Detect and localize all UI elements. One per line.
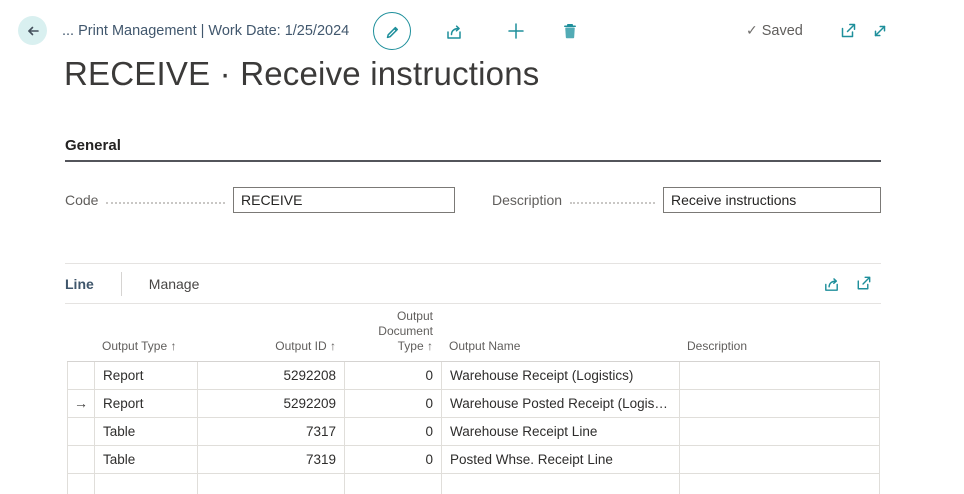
table-row xyxy=(67,474,880,494)
cell-output-id[interactable] xyxy=(197,474,344,494)
column-header-doc-type[interactable]: Output Document Type ↑ xyxy=(344,309,441,354)
column-header-output-type[interactable]: Output Type ↑ xyxy=(94,339,197,354)
cell-output-type[interactable]: Report xyxy=(94,362,197,390)
description-field-group: Description xyxy=(492,186,881,213)
table-row: Table73190Posted Whse. Receipt Line xyxy=(67,446,880,474)
current-row-arrow-icon: → xyxy=(74,395,88,411)
cell-output-name[interactable]: Warehouse Receipt (Logistics) xyxy=(441,362,679,390)
cell-doc-type[interactable]: 0 xyxy=(344,362,441,390)
cell-description[interactable] xyxy=(679,418,880,446)
page-title: RECEIVE · Receive instructions xyxy=(64,55,540,93)
table-row: → Report52922090Warehouse Posted Receipt … xyxy=(67,390,880,418)
cell-output-name[interactable]: Posted Whse. Receipt Line xyxy=(441,446,679,474)
open-in-new-window-button[interactable] xyxy=(838,21,858,41)
general-section-heading[interactable]: General xyxy=(65,137,121,154)
pencil-icon xyxy=(382,21,402,41)
cell-output-type[interactable]: Table xyxy=(94,446,197,474)
cell-description[interactable] xyxy=(679,390,880,418)
line-part-toolbar: Line Manage xyxy=(65,263,881,304)
cell-doc-type[interactable]: 0 xyxy=(344,446,441,474)
edit-button[interactable] xyxy=(373,12,411,50)
open-in-excel-button[interactable] xyxy=(854,274,873,293)
cell-output-id[interactable]: 5292209 xyxy=(197,390,344,418)
save-status: ✓ Saved xyxy=(746,22,803,39)
share-button[interactable] xyxy=(444,21,464,41)
check-icon: ✓ xyxy=(746,22,758,39)
cell-output-type[interactable]: Report xyxy=(94,390,197,418)
code-field-group: Code xyxy=(65,186,455,213)
cell-output-name[interactable] xyxy=(441,474,679,494)
expand-button[interactable] xyxy=(870,21,890,41)
add-button[interactable] xyxy=(506,21,526,41)
cell-doc-type[interactable] xyxy=(344,474,441,494)
row-selector-cell[interactable] xyxy=(67,474,94,494)
cell-output-id[interactable]: 5292208 xyxy=(197,362,344,390)
breadcrumb[interactable]: ... Print Management | Work Date: 1/25/2… xyxy=(62,23,349,39)
page: ... Print Management | Work Date: 1/25/2… xyxy=(0,0,964,494)
cell-description[interactable] xyxy=(679,362,880,390)
cell-output-name[interactable]: Warehouse Posted Receipt (Logisti… xyxy=(441,390,679,418)
code-input[interactable] xyxy=(233,187,455,213)
cell-description[interactable] xyxy=(679,474,880,494)
back-button[interactable] xyxy=(18,16,47,45)
table-header-row: Output Type ↑Output ID ↑Output Document … xyxy=(67,304,880,361)
description-input[interactable] xyxy=(663,187,881,213)
cell-doc-type[interactable]: 0 xyxy=(344,418,441,446)
cell-doc-type[interactable]: 0 xyxy=(344,390,441,418)
row-selector-cell[interactable] xyxy=(67,362,94,390)
table-row: Report52922080Warehouse Receipt (Logisti… xyxy=(67,362,880,390)
toolbar-divider xyxy=(121,272,122,296)
section-divider xyxy=(65,160,881,162)
saved-label: Saved xyxy=(762,23,803,39)
dotted-leader xyxy=(570,202,655,204)
row-selector-cell[interactable]: → xyxy=(67,390,94,418)
manage-menu[interactable]: Manage xyxy=(149,276,200,292)
cell-output-id[interactable]: 7317 xyxy=(197,418,344,446)
back-arrow-icon xyxy=(24,22,42,40)
cell-output-id[interactable]: 7319 xyxy=(197,446,344,474)
cell-output-name[interactable]: Warehouse Receipt Line xyxy=(441,418,679,446)
line-part-title: Line xyxy=(65,276,94,292)
row-selector-cell[interactable] xyxy=(67,446,94,474)
table-row: Table73170Warehouse Receipt Line xyxy=(67,418,880,446)
table-body: Report52922080Warehouse Receipt (Logisti… xyxy=(67,361,880,494)
column-header-output-id[interactable]: Output ID ↑ xyxy=(197,339,344,354)
row-selector-cell[interactable] xyxy=(67,418,94,446)
code-field-label: Code xyxy=(65,192,98,208)
cell-description[interactable] xyxy=(679,446,880,474)
cell-output-type[interactable]: Table xyxy=(94,418,197,446)
delete-button[interactable] xyxy=(560,21,580,41)
column-header-output-name[interactable]: Output Name xyxy=(441,339,679,354)
lines-table: Output Type ↑Output ID ↑Output Document … xyxy=(67,304,880,494)
description-field-label: Description xyxy=(492,192,562,208)
dotted-leader xyxy=(106,202,225,204)
column-header-description[interactable]: Description xyxy=(679,339,880,354)
share-line-button[interactable] xyxy=(822,274,841,293)
cell-output-type[interactable] xyxy=(94,474,197,494)
